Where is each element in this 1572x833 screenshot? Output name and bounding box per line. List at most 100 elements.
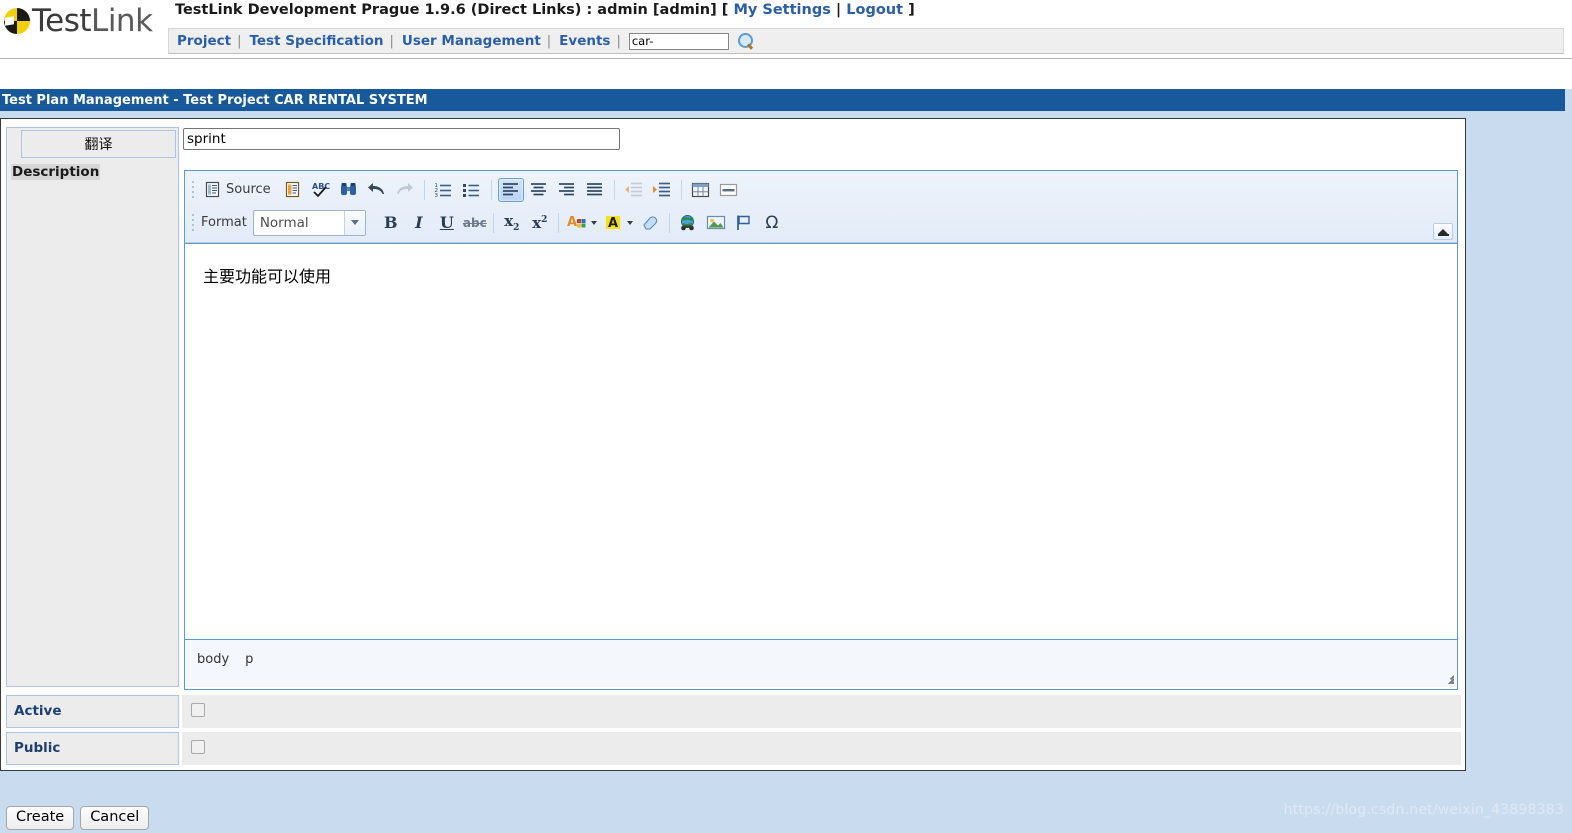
active-checkbox[interactable] [191,703,205,717]
image-icon [706,215,725,230]
align-right-icon [559,183,575,196]
app-header: TestLink TestLink Development Prague 1.9… [0,0,1572,60]
image-button[interactable] [703,211,729,235]
elements-path-p[interactable]: p [245,652,253,667]
chevron-down-icon[interactable] [343,210,365,235]
my-settings-link[interactable]: My Settings [733,2,830,18]
subscript-icon: x2 [504,212,520,233]
form-action-buttons: Create Cancel [6,806,150,830]
editor-toolbar-row-2: Format Normal B I U abc x2 x2 A A Ω [185,206,1457,239]
horizontal-rule-icon [720,183,738,196]
public-label: Public [14,740,61,756]
bulleted-list-button[interactable] [459,178,485,202]
background-color-icon: A [605,216,620,231]
elements-path-body[interactable]: body [197,652,229,667]
page-title-bar: Test Plan Management - Test Project CAR … [0,89,1565,111]
strikethrough-button[interactable]: abc [462,211,488,235]
text-color-button[interactable]: A [564,211,600,235]
find-button[interactable] [336,178,362,202]
undo-arrow-icon [368,183,385,194]
translate-tab[interactable]: 翻译 [21,130,176,158]
italic-button[interactable]: I [406,211,432,235]
active-label-cell: Active [6,695,179,728]
remove-format-button[interactable] [638,211,664,235]
resize-grip-icon[interactable] [1440,670,1454,684]
create-button[interactable]: Create [6,806,75,830]
justify-button[interactable] [582,178,608,202]
header-spacer [0,59,1572,89]
nav-item-project[interactable]: Project [177,33,231,49]
align-left-button[interactable] [497,177,524,202]
editor-toolbar: Source ABC 1 2 3 Format Normal B I U abc… [185,171,1457,243]
special-char-button[interactable]: Ω [759,211,785,235]
bold-button[interactable]: B [378,211,404,235]
source-button[interactable]: Source [200,178,278,202]
magnifier-icon[interactable] [737,32,755,50]
underline-button[interactable]: U [434,211,460,235]
italic-icon: I [415,213,423,232]
logout-link[interactable]: Logout [846,2,903,18]
nav-search-input[interactable] [628,32,729,50]
format-label: Format [201,215,247,230]
align-center-icon [531,183,547,196]
strikethrough-icon: abc [462,215,487,230]
header-title-suffix: ] [903,2,915,18]
editor-status-bar: body p [185,639,1457,687]
outdent-button[interactable] [621,178,647,202]
editor-elements-path: body p [197,652,253,667]
link-button[interactable] [675,211,701,235]
format-dropdown-value: Normal [259,214,309,231]
nav-separator: | [237,33,242,49]
source-button-label: Source [226,182,271,197]
superscript-button[interactable]: x2 [527,211,553,235]
link-globe-icon [680,215,694,231]
test-plan-name-input[interactable] [183,128,620,150]
nav-item-events[interactable]: Events [559,33,610,49]
cancel-button[interactable]: Cancel [80,806,150,830]
redo-arrow-icon [397,183,414,194]
description-label-cell: 翻译 Description [6,127,179,687]
anchor-button[interactable] [731,211,757,235]
decrease-indent-icon [625,182,643,197]
description-field-label: Description [11,164,101,180]
underline-icon: U [439,213,454,232]
increase-indent-icon [653,182,671,197]
text-color-icon: A [567,215,586,230]
table-button[interactable] [688,178,714,202]
header-title-separator: | [830,2,847,18]
superscript-icon: x2 [532,213,548,232]
header-title-prefix: TestLink Development Prague 1.9.6 (Direc… [175,2,734,18]
format-dropdown[interactable]: Normal [252,209,366,236]
editor-content-area[interactable]: 主要功能可以使用 [185,243,1457,639]
public-checkbox[interactable] [191,740,205,754]
align-right-button[interactable] [554,178,580,202]
collapse-toolbar-button[interactable] [1433,223,1453,240]
templates-button[interactable] [280,178,306,202]
translate-tab-label: 翻译 [84,137,113,153]
watermark-text: https://blog.csdn.net/weixin_43898383 [1283,802,1564,818]
description-rich-text-editor: Source ABC 1 2 3 Format Normal B I U abc… [184,170,1458,690]
public-label-cell: Public [6,732,179,765]
logo-text: TestLink [32,5,153,37]
toolbar-grip-icon[interactable] [189,212,197,234]
header-title: TestLink Development Prague 1.9.6 (Direc… [175,2,915,18]
editor-toolbar-row-1: Source ABC 1 2 3 [185,173,1457,206]
spellcheck-abc-icon: ABC [312,182,330,198]
numbered-list-button[interactable]: 1 2 3 [431,178,457,202]
toolbar-grip-icon[interactable] [189,179,197,201]
nav-item-test-specification[interactable]: Test Specification [249,33,383,49]
align-center-button[interactable] [526,178,552,202]
undo-button[interactable] [364,178,390,202]
nav-separator: | [389,33,394,49]
background-color-button[interactable]: A [602,211,636,235]
main-navigation-bar: Project | Test Specification | User Mana… [168,28,1564,54]
testlink-logo[interactable]: TestLink [4,0,164,42]
redo-button[interactable] [392,178,418,202]
svg-text:3: 3 [435,193,439,198]
nav-item-user-management[interactable]: User Management [402,33,541,49]
spellcheck-button[interactable]: ABC [308,178,334,202]
editor-content-text: 主要功能可以使用 [203,267,332,286]
horizontal-rule-button[interactable] [716,178,742,202]
subscript-button[interactable]: x2 [499,211,525,235]
indent-button[interactable] [649,178,675,202]
